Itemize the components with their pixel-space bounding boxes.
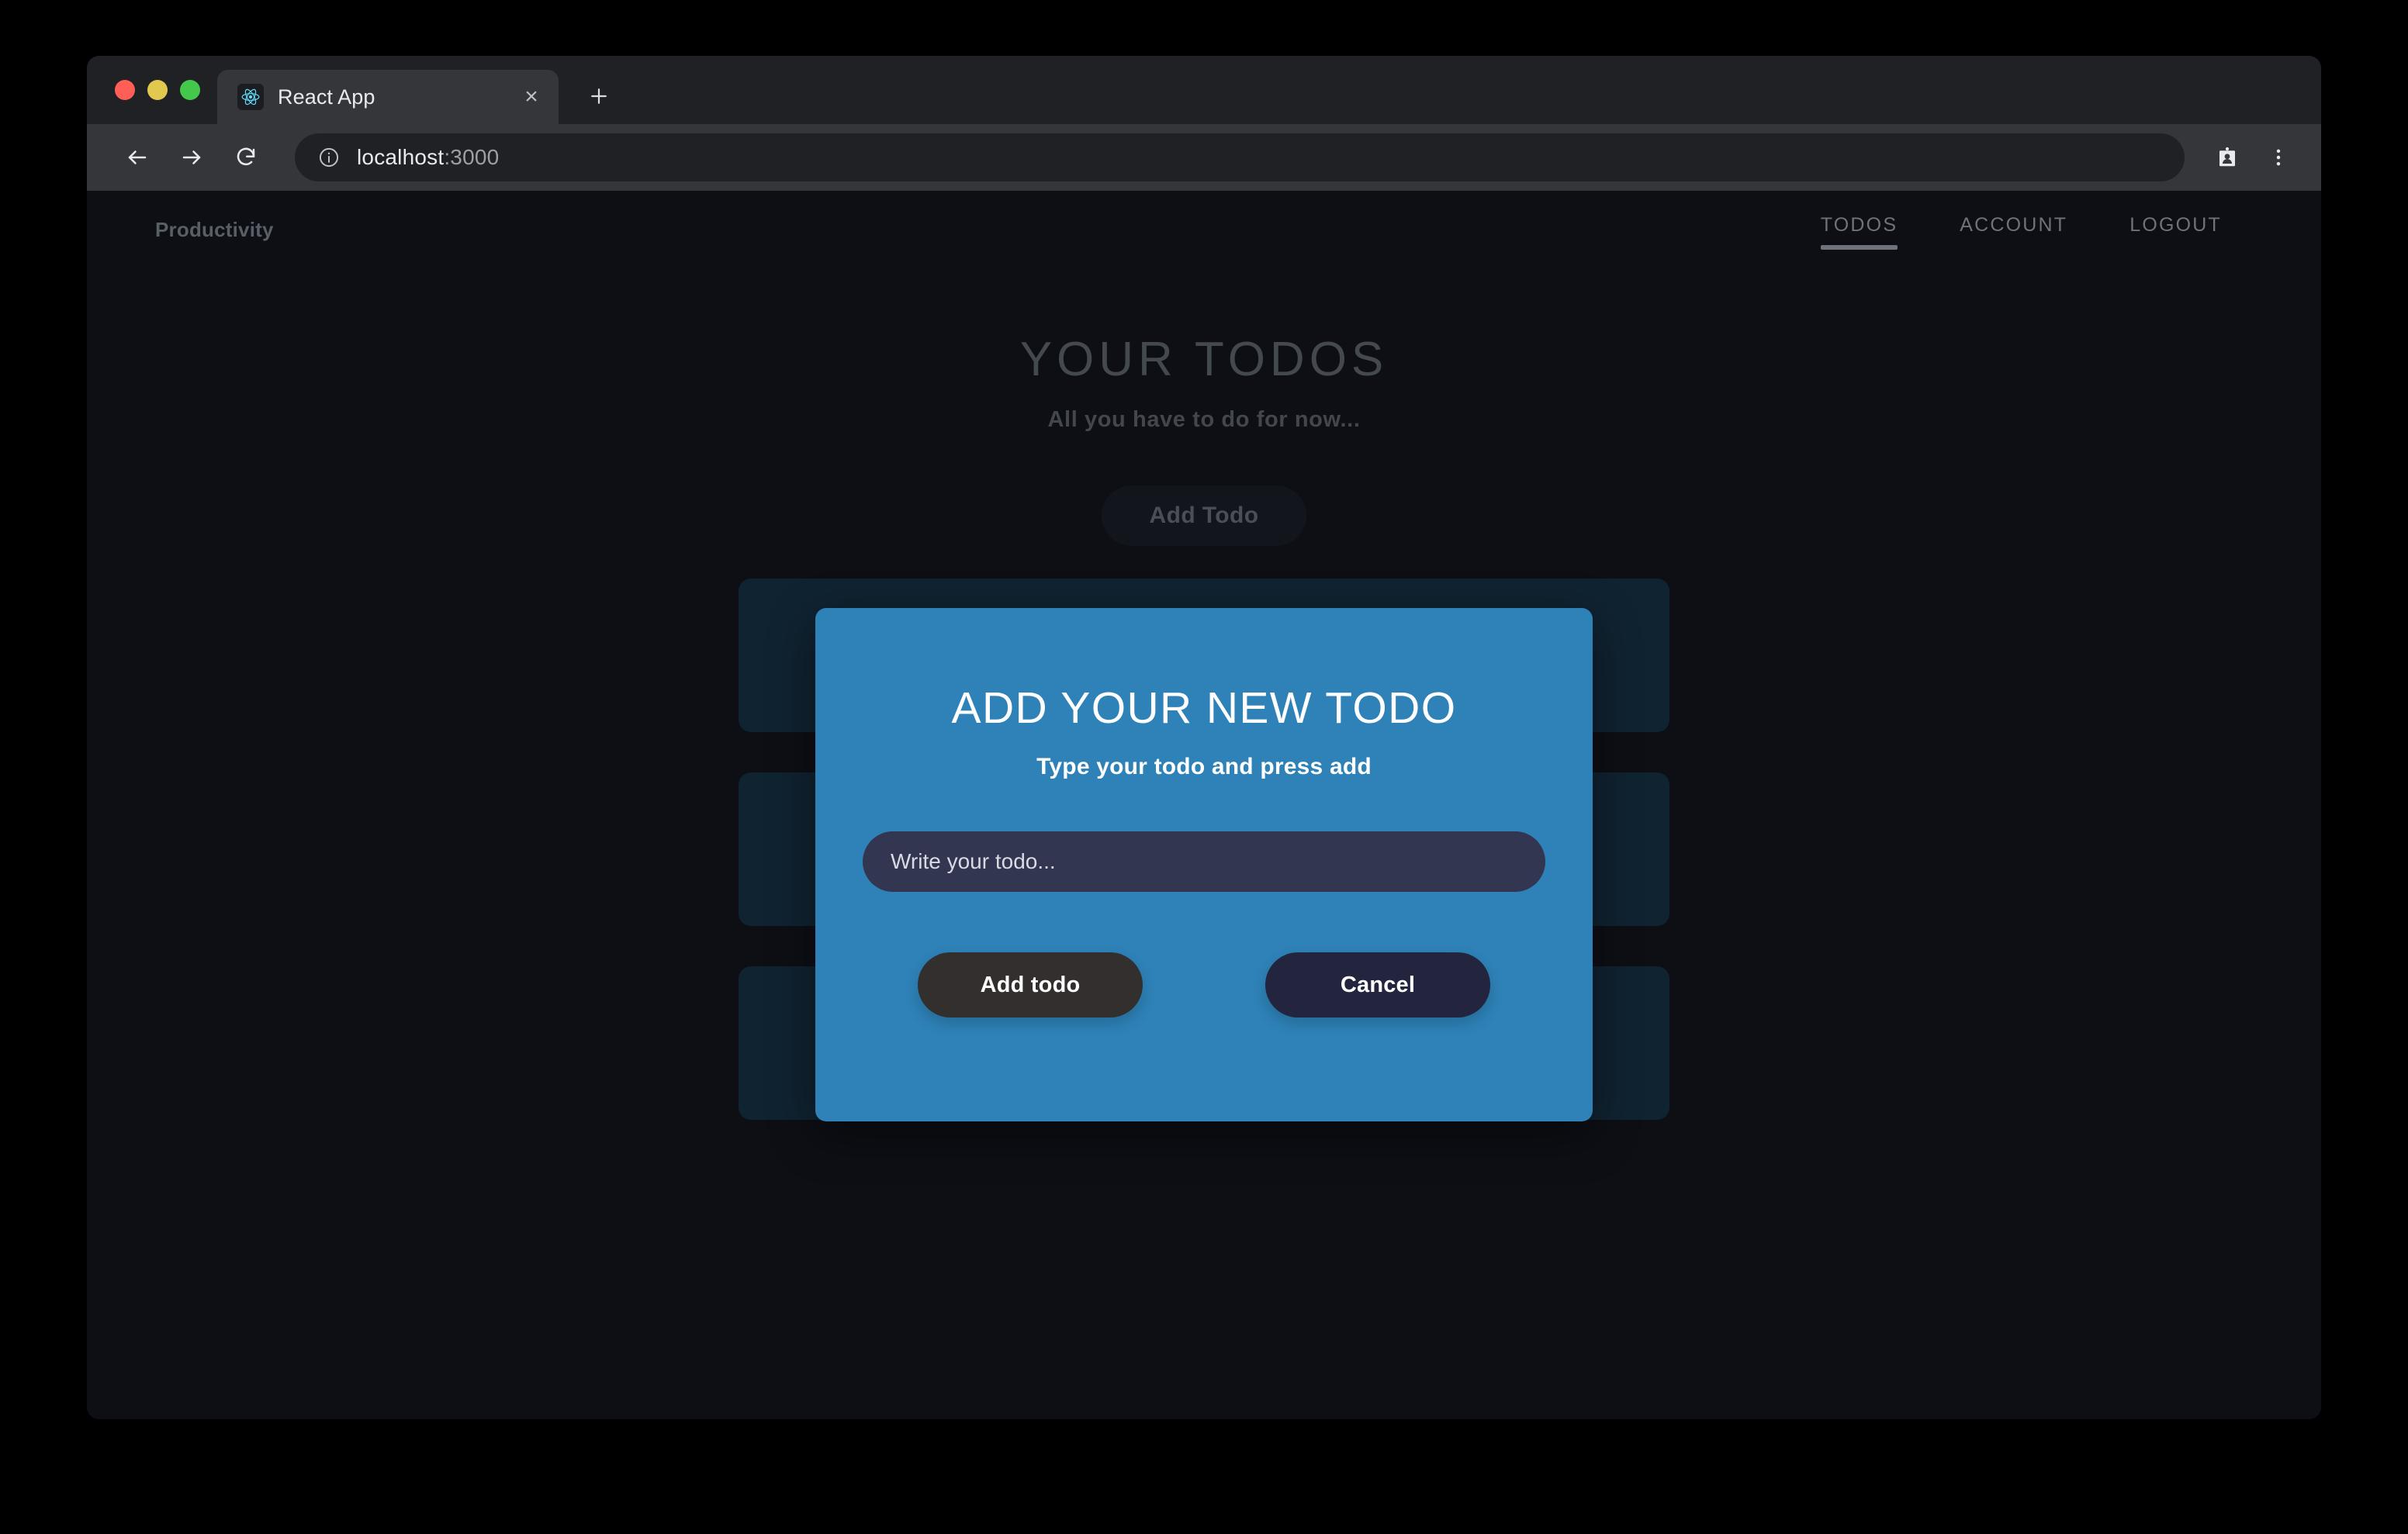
- react-logo-icon: [237, 84, 264, 110]
- address-bar-text: localhost:3000: [357, 145, 499, 170]
- add-todo-row: Add Todo: [87, 485, 2321, 546]
- page-viewport: Productivity TODOS ACCOUNT LOGOUT YOUR T…: [87, 191, 2321, 1419]
- add-todo-modal: ADD YOUR NEW TODO Type your todo and pre…: [815, 608, 1593, 1121]
- modal-title: ADD YOUR NEW TODO: [952, 682, 1457, 734]
- address-bar[interactable]: localhost:3000: [295, 133, 2185, 181]
- forward-arrow-icon[interactable]: [168, 133, 216, 181]
- back-arrow-icon[interactable]: [113, 133, 161, 181]
- minimize-window-button[interactable]: [147, 80, 168, 100]
- three-dot-menu-icon[interactable]: [2256, 135, 2301, 180]
- browser-tab-title: React App: [278, 85, 504, 109]
- browser-tab-strip: React App ×: [87, 56, 2321, 124]
- page-subtitle: All you have to do for now...: [87, 407, 2321, 433]
- app-brand[interactable]: Productivity: [155, 218, 274, 242]
- profile-badge-icon[interactable]: [2205, 135, 2250, 180]
- close-window-button[interactable]: [115, 80, 135, 100]
- page-title: YOUR TODOS: [87, 332, 2321, 387]
- browser-toolbar: localhost:3000: [87, 124, 2321, 191]
- info-circle-icon[interactable]: [318, 147, 340, 168]
- nav-link-todos[interactable]: TODOS: [1790, 191, 1929, 268]
- url-port: :3000: [444, 145, 499, 169]
- nav-link-account[interactable]: ACCOUNT: [1929, 191, 2098, 268]
- url-host: localhost: [357, 145, 444, 169]
- new-tab-button[interactable]: [576, 73, 622, 119]
- modal-subtitle: Type your todo and press add: [1036, 754, 1372, 780]
- nav-link-logout[interactable]: LOGOUT: [2098, 191, 2253, 268]
- browser-tab[interactable]: React App ×: [217, 70, 559, 124]
- reload-icon[interactable]: [222, 133, 270, 181]
- app-nav-links: TODOS ACCOUNT LOGOUT: [1790, 191, 2253, 268]
- add-todo-confirm-button[interactable]: Add todo: [918, 952, 1143, 1017]
- todo-input[interactable]: [863, 831, 1545, 892]
- close-icon[interactable]: ×: [518, 84, 545, 110]
- add-todo-button[interactable]: Add Todo: [1102, 485, 1307, 546]
- modal-actions: Add todo Cancel: [857, 952, 1551, 1017]
- browser-window: React App ×: [87, 56, 2321, 1419]
- maximize-window-button[interactable]: [180, 80, 200, 100]
- page-header: YOUR TODOS All you have to do for now...: [87, 332, 2321, 433]
- app-navbar: Productivity TODOS ACCOUNT LOGOUT: [87, 191, 2321, 268]
- window-traffic-lights: [109, 56, 217, 124]
- cancel-button[interactable]: Cancel: [1265, 952, 1490, 1017]
